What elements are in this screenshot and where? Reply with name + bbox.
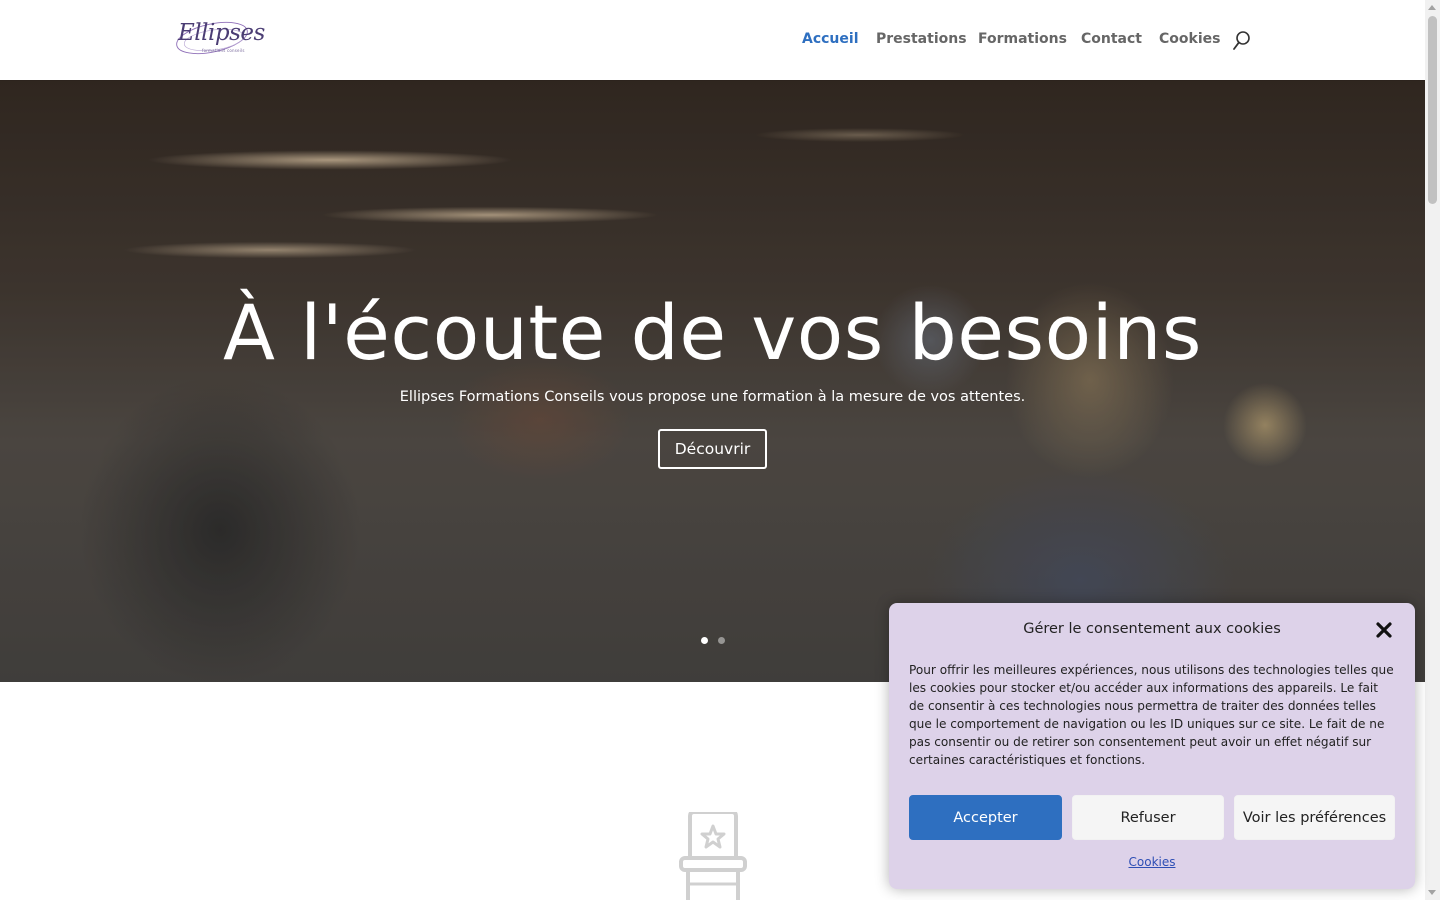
- refuse-button[interactable]: Refuser: [1072, 795, 1224, 840]
- hero-subtitle: Ellipses Formations Conseils vous propos…: [399, 389, 1026, 405]
- discover-button[interactable]: Découvrir: [658, 429, 767, 469]
- cookies-policy-link[interactable]: Cookies: [889, 855, 1415, 869]
- scroll-up-arrow-icon[interactable]: [1428, 5, 1436, 10]
- site-logo[interactable]: Ellipses formations conseils: [174, 14, 265, 64]
- close-button[interactable]: [1376, 622, 1392, 638]
- cookie-consent-modal: Gérer le consentement aux cookies Pour o…: [889, 603, 1415, 889]
- page: Ellipses formations conseils Accueil Pre…: [0, 0, 1440, 900]
- chair-icon: [678, 810, 748, 900]
- page-scrollbar[interactable]: [1425, 0, 1440, 900]
- slider-dot-2[interactable]: [718, 637, 725, 644]
- search-button[interactable]: [1232, 30, 1252, 52]
- nav-item-prestations[interactable]: Prestations: [876, 31, 967, 47]
- search-icon: [1233, 31, 1250, 50]
- hero-background-image: [0, 80, 1425, 682]
- logo-tagline: formations conseils: [202, 48, 245, 53]
- nav-item-contact[interactable]: Contact: [1081, 31, 1142, 47]
- nav-item-cookies[interactable]: Cookies: [1159, 31, 1220, 47]
- hero-slider: À l'écoute de vos besoins Ellipses Forma…: [0, 80, 1425, 682]
- accept-button[interactable]: Accepter: [909, 795, 1062, 840]
- cookie-modal-title: Gérer le consentement aux cookies: [1023, 621, 1281, 637]
- slider-dot-1[interactable]: [701, 637, 708, 644]
- nav-item-accueil[interactable]: Accueil: [802, 31, 859, 47]
- hero-title: À l'écoute de vos besoins: [223, 288, 1202, 377]
- cookie-modal-text: Pour offrir les meilleures expériences, …: [909, 663, 1394, 767]
- nav-item-formations[interactable]: Formations: [978, 31, 1067, 47]
- logo-text: Ellipses: [178, 20, 265, 46]
- preferences-button[interactable]: Voir les préférences: [1234, 795, 1395, 840]
- scrollbar-thumb[interactable]: [1428, 16, 1437, 204]
- scroll-down-arrow-icon[interactable]: [1428, 890, 1436, 895]
- close-icon: [1376, 622, 1392, 638]
- site-header: Ellipses formations conseils Accueil Pre…: [0, 0, 1425, 80]
